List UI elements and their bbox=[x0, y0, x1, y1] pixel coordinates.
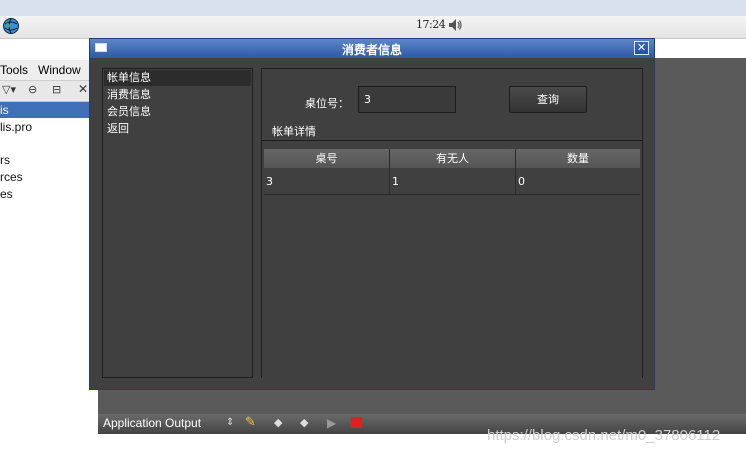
table-header: 桌号 有无人 数量 bbox=[264, 149, 640, 168]
dialog-titlebar[interactable]: 消费者信息 ✕ bbox=[90, 39, 654, 58]
tree-item[interactable]: rs bbox=[0, 152, 98, 168]
column-header[interactable]: 桌号 bbox=[264, 149, 390, 168]
run-icon[interactable]: ▶ bbox=[327, 416, 336, 430]
desktop-top-panel bbox=[0, 0, 746, 16]
dialog-title: 消费者信息 bbox=[341, 43, 402, 57]
column-header[interactable]: 数量 bbox=[516, 149, 640, 168]
column-header[interactable]: 有无人 bbox=[390, 149, 516, 168]
close-button[interactable]: ✕ bbox=[634, 41, 649, 55]
table-number-label: 桌位号： bbox=[305, 97, 349, 110]
query-button[interactable]: 查询 bbox=[509, 86, 587, 113]
next-icon[interactable]: ◆ bbox=[300, 416, 308, 429]
link-icon[interactable]: ⊖ bbox=[28, 83, 37, 96]
clean-icon[interactable]: ✎ bbox=[245, 415, 256, 430]
split-icon[interactable]: ⊟ bbox=[52, 83, 61, 96]
globe-icon[interactable] bbox=[2, 17, 20, 35]
stop-icon[interactable] bbox=[351, 417, 362, 428]
tree-item[interactable]: rces bbox=[0, 169, 98, 185]
project-tree: is lis.pro rs rces es bbox=[0, 102, 98, 428]
clock[interactable]: 17:24 bbox=[416, 18, 446, 31]
nav-list: 帐单信息 消费信息 会员信息 返回 bbox=[102, 68, 253, 378]
desktop-panel bbox=[0, 16, 746, 39]
table-row[interactable]: 3 1 0 bbox=[264, 168, 640, 195]
tree-item[interactable]: lis.pro bbox=[0, 119, 98, 135]
ide-toolbar: ▽▾ ⊖ ⊟ ✕ bbox=[0, 81, 98, 102]
stepper-icon[interactable]: ⇕ bbox=[226, 417, 234, 428]
table-cell[interactable]: 3 bbox=[264, 168, 390, 195]
table-cell[interactable]: 0 bbox=[516, 168, 640, 195]
menu-window[interactable]: Window bbox=[38, 63, 81, 77]
filter-icon[interactable]: ▽▾ bbox=[2, 83, 16, 96]
volume-icon[interactable] bbox=[447, 17, 463, 33]
nav-item-bill[interactable]: 帐单信息 bbox=[104, 70, 251, 86]
table-cell[interactable]: 1 bbox=[390, 168, 516, 195]
close-icon[interactable]: ✕ bbox=[78, 82, 88, 96]
nav-item-member[interactable]: 会员信息 bbox=[104, 104, 251, 120]
output-pane-title[interactable]: Application Output bbox=[103, 416, 201, 430]
watermark: https://blog.csdn.net/m0_37806112 bbox=[487, 427, 721, 444]
menu-tools[interactable]: Tools bbox=[0, 63, 28, 77]
consumer-info-dialog: 消费者信息 ✕ 帐单信息 消费信息 会员信息 返回 桌位号： 3 查询 帐单详情… bbox=[89, 38, 655, 390]
tree-item[interactable]: is bbox=[0, 102, 98, 118]
nav-item-consumption[interactable]: 消费信息 bbox=[104, 87, 251, 103]
table-number-input[interactable]: 3 bbox=[358, 86, 456, 113]
prev-icon[interactable]: ◆ bbox=[274, 416, 282, 429]
bill-details-label: 帐单详情 bbox=[272, 125, 316, 138]
nav-item-back[interactable]: 返回 bbox=[104, 121, 251, 137]
tree-item[interactable]: es bbox=[0, 186, 98, 202]
